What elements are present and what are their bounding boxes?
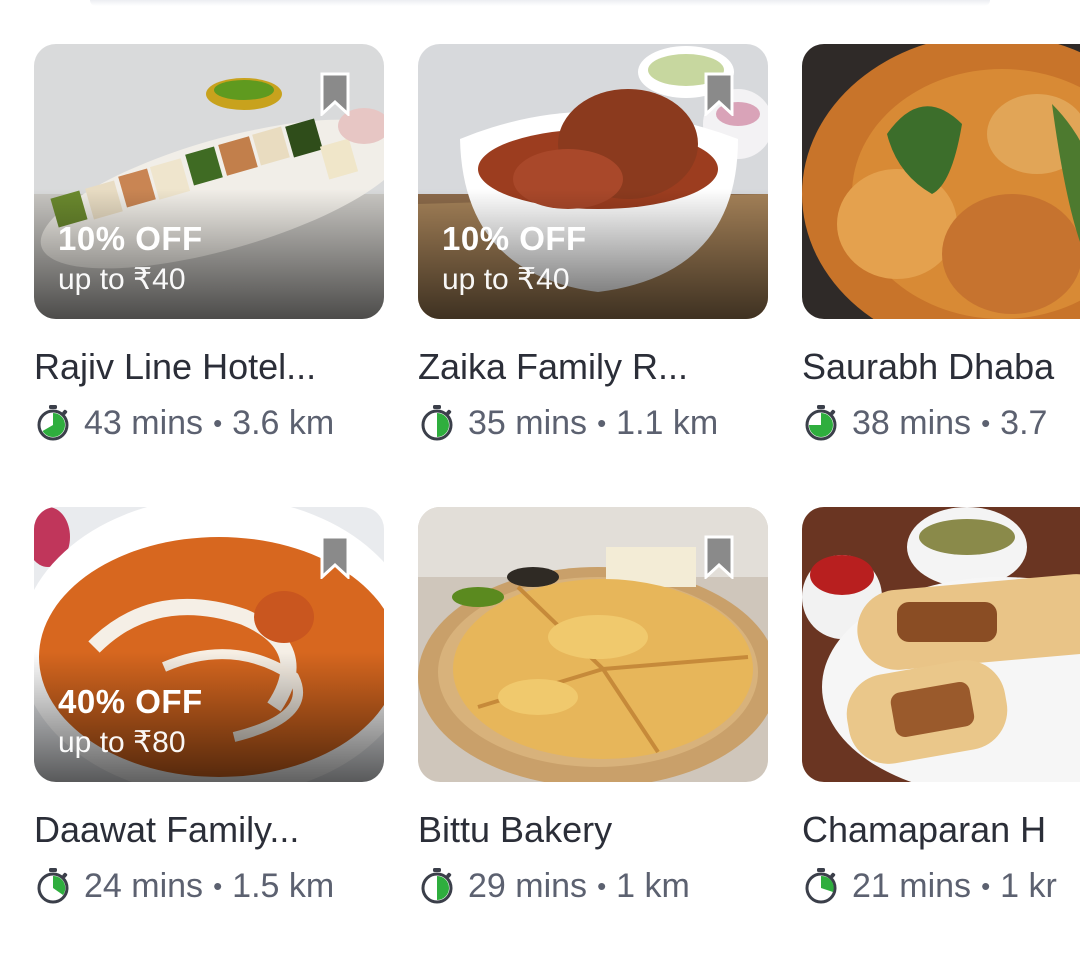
offer-title: 40% OFF [58,683,203,720]
delivery-time: 21 mins [852,867,972,905]
separator-dot: • [597,871,607,901]
separator-dot: • [213,871,223,901]
bookmark-icon[interactable] [320,72,350,116]
offer-title: 10% OFF [442,220,587,257]
offer-badge: 40% OFF up to ₹80 [58,682,203,764]
distance: 3.7 [1000,404,1048,442]
bookmark-icon[interactable] [704,535,734,579]
separator-dot: • [213,408,223,438]
distance: 1 km [616,867,690,905]
restaurant-image[interactable]: 10% OFF up to ₹40 [418,44,768,319]
bookmark-icon[interactable] [704,72,734,116]
restaurant-name[interactable]: Rajiv Line Hotel... [34,345,384,389]
bookmark-icon[interactable] [320,535,350,579]
restaurant-card[interactable]: Saurabh Dhaba 38 mins • 3.7 [802,44,1080,443]
stopwatch-icon [805,868,837,904]
delivery-info: 24 mins • 1.5 km [34,866,384,906]
restaurant-image[interactable] [802,44,1080,319]
offer-badge: 10% OFF up to ₹40 [442,219,587,301]
restaurant-grid: 10% OFF up to ₹40 Rajiv Line Hotel... 43… [0,0,1080,978]
restaurant-image[interactable]: 10% OFF up to ₹40 [34,44,384,319]
offer-subtitle: up to ₹80 [58,726,186,759]
delivery-info: 43 mins • 3.6 km [34,403,384,443]
stopwatch-icon [805,405,837,441]
restaurant-name[interactable]: Zaika Family R... [418,345,768,389]
separator-dot: • [597,408,607,438]
restaurant-image[interactable]: 40% OFF up to ₹80 [34,507,384,782]
restaurant-card[interactable]: 40% OFF up to ₹80 Daawat Family... 24 mi… [34,507,384,906]
food-image-chicken-curry [802,44,1080,319]
distance: 3.6 km [232,404,335,442]
offer-title: 10% OFF [58,220,203,257]
offer-subtitle: up to ₹40 [58,263,186,296]
stopwatch-icon [37,868,69,904]
delivery-time: 35 mins [468,404,588,442]
stopwatch-icon [421,405,453,441]
restaurant-name[interactable]: Daawat Family... [34,808,384,852]
offer-badge: 10% OFF up to ₹40 [58,219,203,301]
delivery-info: 35 mins • 1.1 km [418,403,768,443]
distance: 1.5 km [232,867,335,905]
delivery-time: 38 mins [852,404,972,442]
distance: 1.1 km [616,404,719,442]
offer-subtitle: up to ₹40 [442,263,570,296]
stopwatch-icon [421,868,453,904]
separator-dot: • [981,871,991,901]
delivery-time: 43 mins [84,404,204,442]
restaurant-card[interactable]: Bittu Bakery 29 mins • 1 km [418,507,768,906]
delivery-info: 29 mins • 1 km [418,866,768,906]
restaurant-name[interactable]: Bittu Bakery [418,808,768,852]
restaurant-card[interactable]: 10% OFF up to ₹40 Zaika Family R... 35 m… [418,44,768,443]
delivery-info: 38 mins • 3.7 [802,403,1080,443]
restaurant-card[interactable]: Chamaparan H 21 mins • 1 kr [802,507,1080,906]
restaurant-name[interactable]: Saurabh Dhaba [802,345,1080,389]
delivery-time: 29 mins [468,867,588,905]
restaurant-name[interactable]: Chamaparan H [802,808,1080,852]
restaurant-card[interactable]: 10% OFF up to ₹40 Rajiv Line Hotel... 43… [34,44,384,443]
food-image-kathi-roll [802,507,1080,782]
restaurant-image[interactable] [418,507,768,782]
delivery-time: 24 mins [84,867,204,905]
distance: 1 kr [1000,867,1057,905]
separator-dot: • [981,408,991,438]
delivery-info: 21 mins • 1 kr [802,866,1080,906]
restaurant-image[interactable] [802,507,1080,782]
stopwatch-icon [37,405,69,441]
